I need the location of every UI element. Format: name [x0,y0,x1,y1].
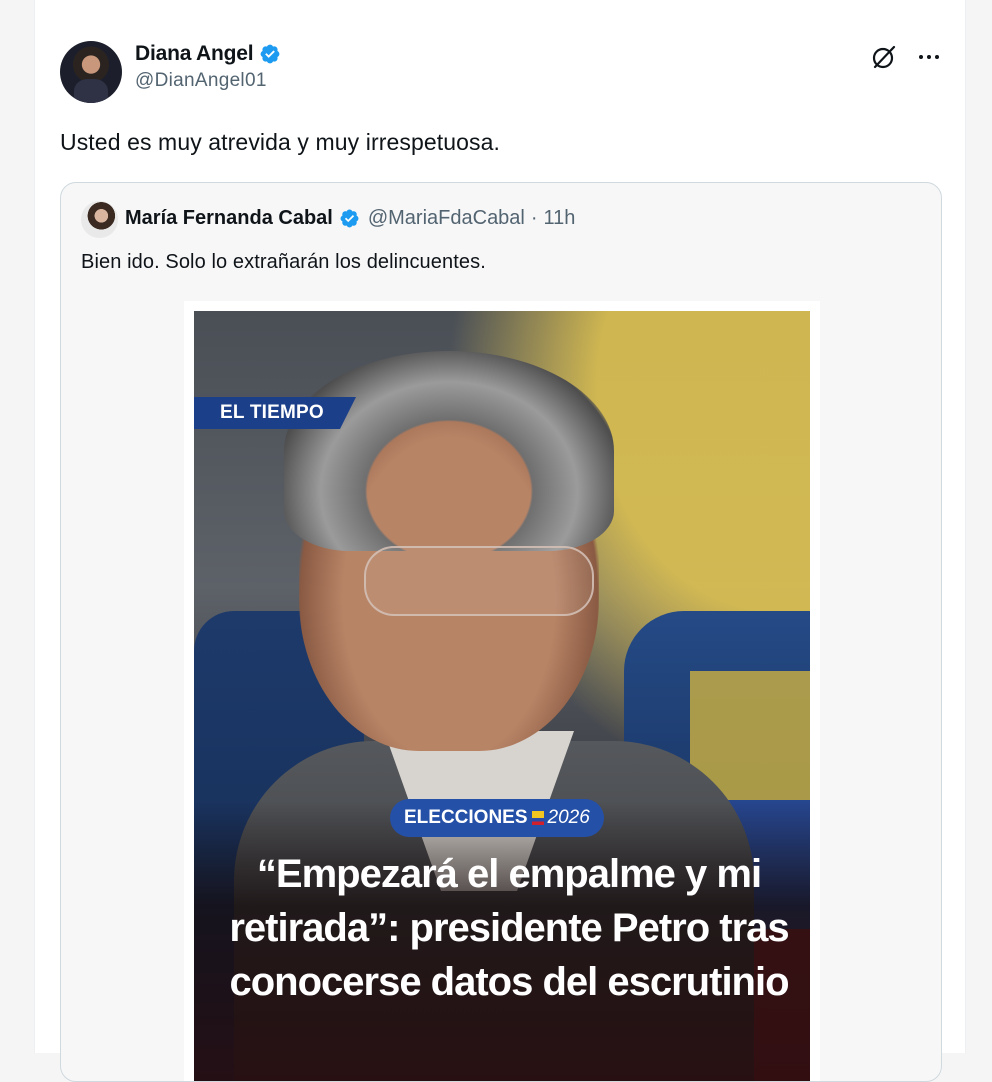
quoted-author-name[interactable]: María Fernanda Cabal [125,207,333,230]
quoted-author-handle[interactable]: @MariaFdaCabal [368,207,525,230]
brand-label: EL TIEMPO [194,397,356,429]
glasses [364,546,594,616]
author-name-row[interactable]: Diana Angel [135,42,281,66]
news-headline: “Empezará el empalme y mi retirada”: pre… [229,852,789,1004]
quoted-separator: · [530,207,538,229]
quoted-author-avatar[interactable] [81,201,118,238]
badge-year: 2026 [547,807,590,828]
author-name[interactable]: Diana Angel [135,42,254,66]
author-block: Diana Angel @DianAngel01 [135,42,281,92]
badge-label: ELECCIONES [404,807,528,828]
quoted-header: María Fernanda Cabal @MariaFdaCabal · 11… [125,207,575,230]
tweet-card[interactable]: Diana Angel @DianAngel01 Usted es muy at… [34,0,966,1082]
quoted-text: Bien ido. Solo lo extrañarán los delincu… [81,251,486,273]
quoted-tweet[interactable]: María Fernanda Cabal @MariaFdaCabal · 11… [60,182,942,1082]
news-image[interactable]: EL TIEMPO ELECCIONES 2026 “Empezará el e… [194,311,810,1081]
more-icon[interactable] [917,45,941,69]
grok-icon[interactable] [871,44,897,70]
flag-icon [531,811,544,825]
author-handle[interactable]: @DianAngel01 [135,70,281,92]
tweet-text: Usted es muy atrevida y muy irrespetuosa… [60,129,500,155]
quoted-media[interactable]: EL TIEMPO ELECCIONES 2026 “Empezará el e… [184,301,820,1081]
quoted-verified-icon [340,209,359,228]
elections-badge: ELECCIONES 2026 [390,799,604,837]
person-hair [284,351,614,551]
quoted-timestamp[interactable]: 11h [544,207,576,230]
author-avatar[interactable] [60,41,122,103]
verified-icon [260,44,280,64]
